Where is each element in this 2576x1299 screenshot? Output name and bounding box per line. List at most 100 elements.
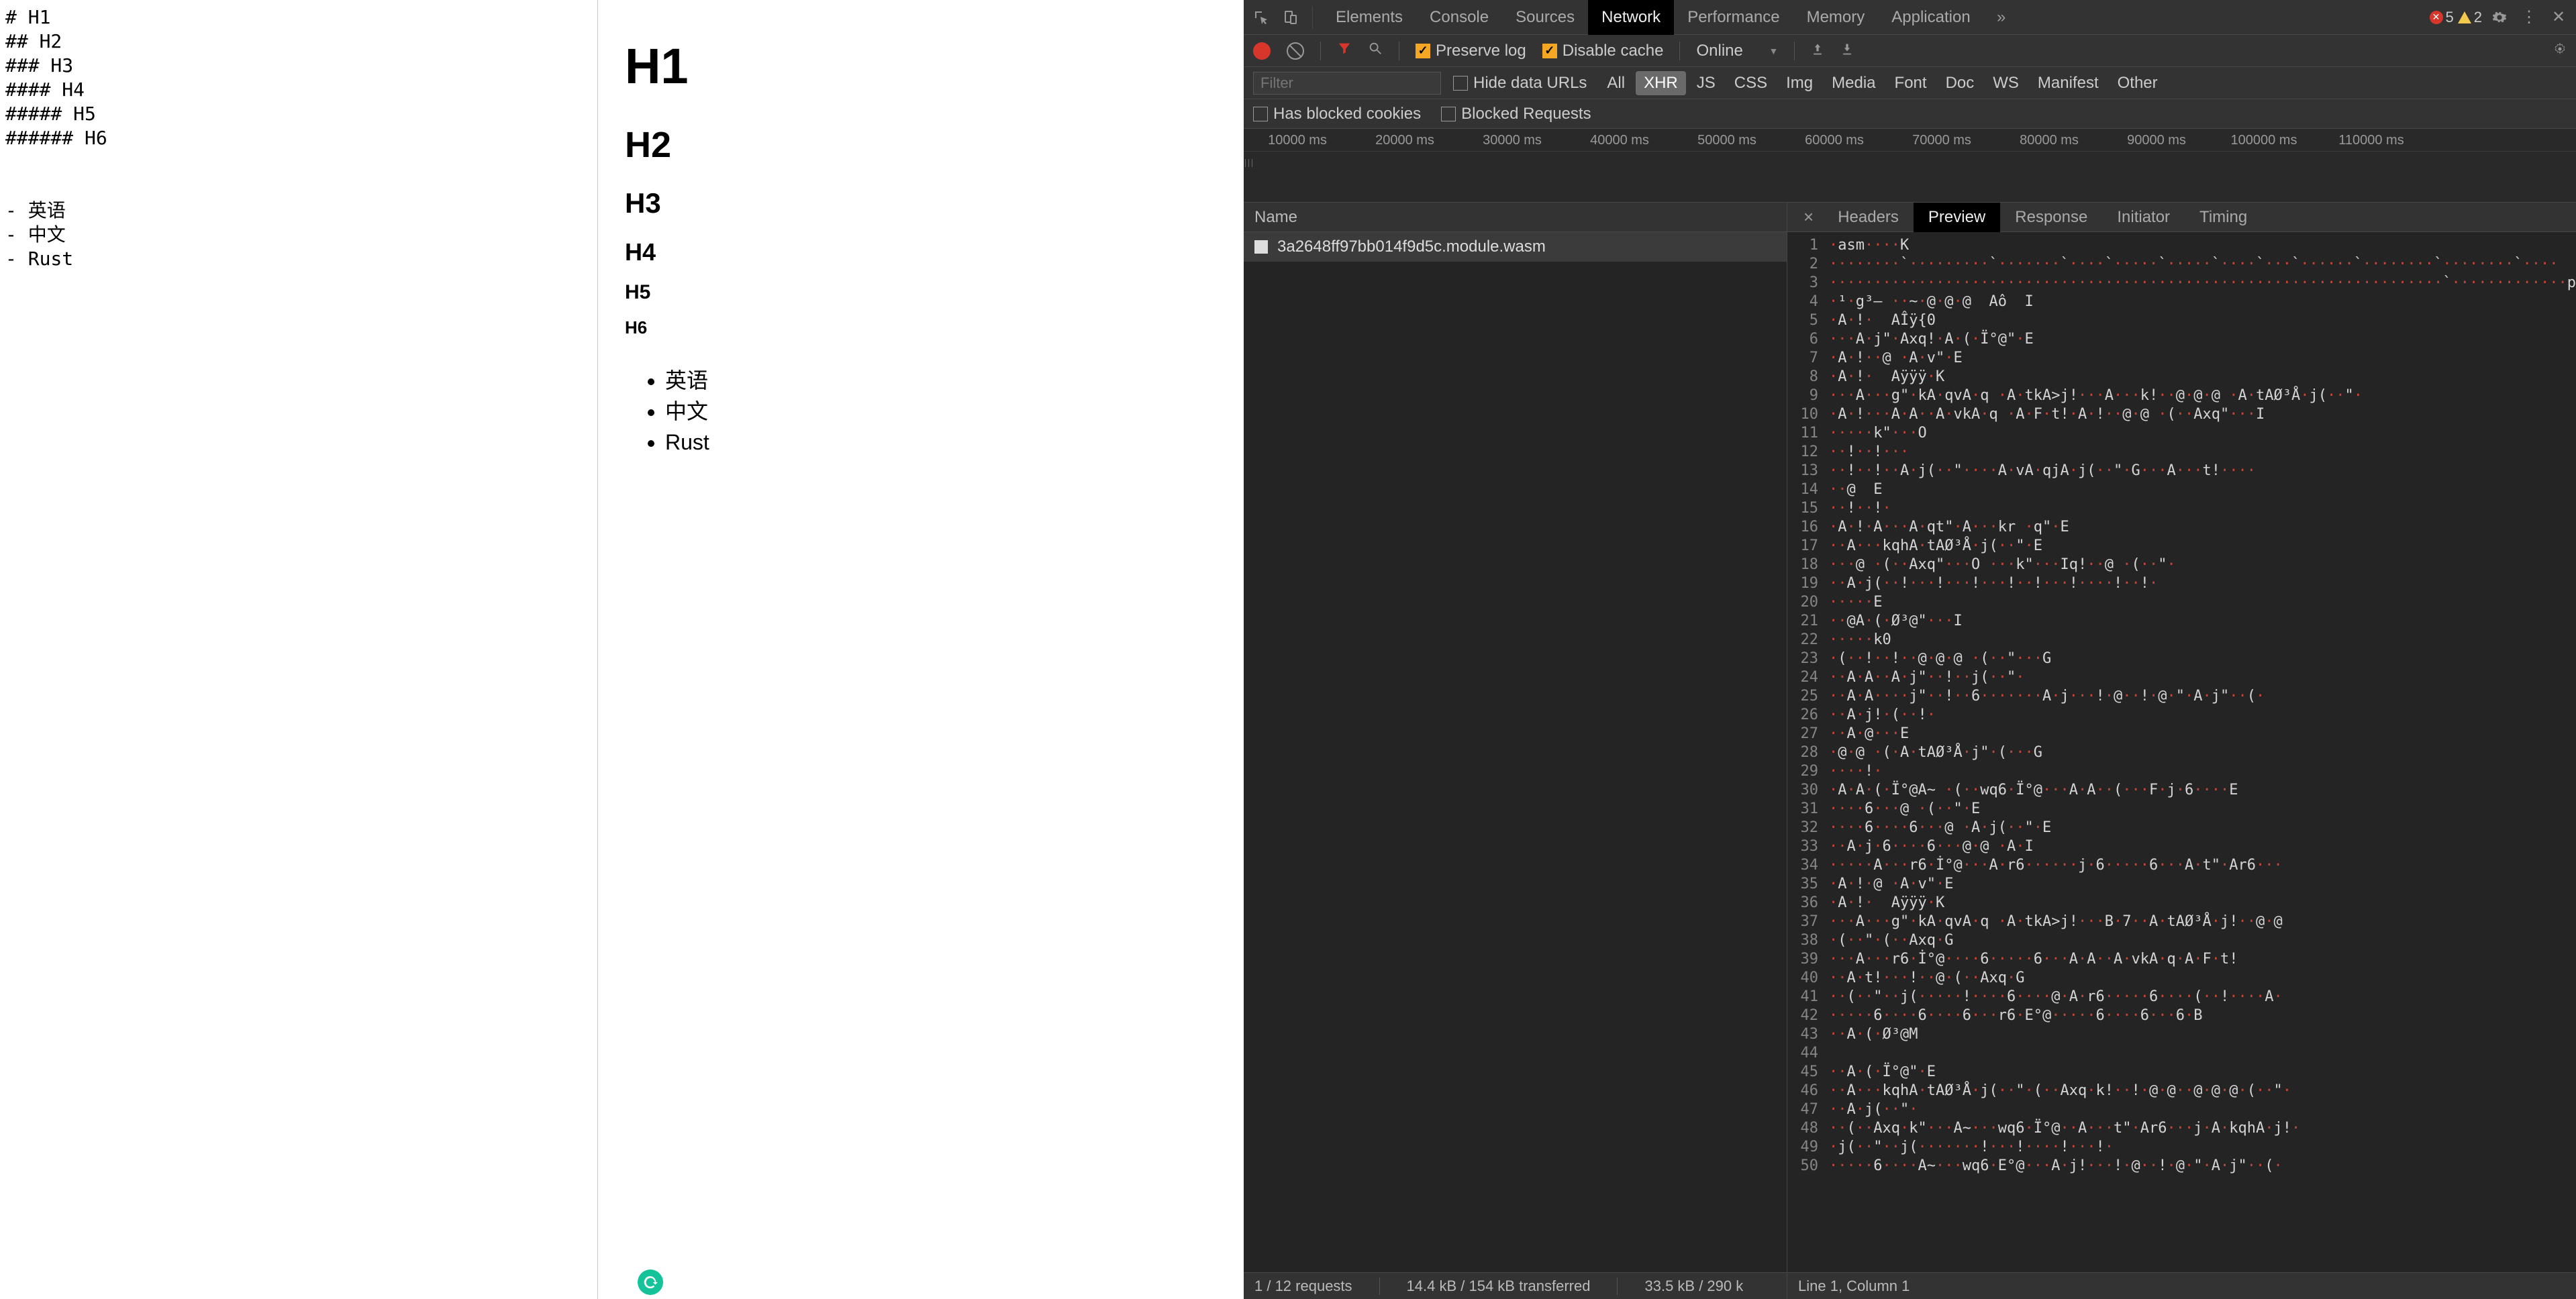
timeline-tick: 70000 ms <box>1888 129 1995 151</box>
filter-type-all[interactable]: All <box>1599 71 1633 95</box>
code-line: 49·j(··"··j(·······!···!····!···!· <box>1787 1138 2576 1157</box>
code-line: 19··A·j(··!···!···!···!··!···!····!··!· <box>1787 574 2576 593</box>
preview-list: 英语中文Rust <box>625 365 1217 458</box>
filter-type-js[interactable]: JS <box>1689 71 1724 95</box>
network-filterbar-2: Has blocked cookies Blocked Requests <box>1244 99 2576 129</box>
filter-type-font[interactable]: Font <box>1887 71 1935 95</box>
code-line: 17··A···kqhA·tAØ³Å·j(··"·E <box>1787 537 2576 556</box>
markdown-source-pane[interactable]: # H1 ## H2 ### H3 #### H4 ##### H5 #####… <box>0 0 598 1299</box>
editor-text[interactable]: # H1 ## H2 ### H3 #### H4 ##### H5 #####… <box>0 0 597 276</box>
kebab-menu-icon[interactable]: ⋮ <box>2517 5 2541 30</box>
devtools-tab-elements[interactable]: Elements <box>1322 0 1416 35</box>
request-list: Name 3a2648ff97bb014f9d5c.module.wasm 1 … <box>1244 203 1787 1299</box>
request-list-header-name[interactable]: Name <box>1244 203 1787 232</box>
record-button[interactable] <box>1253 42 1271 60</box>
network-settings-gear-icon[interactable] <box>2553 42 2567 60</box>
devtools-tab-memory[interactable]: Memory <box>1793 0 1879 35</box>
filter-type-xhr[interactable]: XHR <box>1636 71 1686 95</box>
upload-har-icon[interactable] <box>1811 42 1824 60</box>
clear-button[interactable] <box>1287 42 1304 60</box>
filter-input[interactable] <box>1253 72 1441 95</box>
timeline-tick: 100000 ms <box>2210 129 2318 151</box>
close-devtools-icon[interactable]: ✕ <box>2546 5 2571 30</box>
error-count-badge[interactable]: ✕5 <box>2430 9 2454 26</box>
code-line: 22·····k0 <box>1787 631 2576 650</box>
timeline-tick: 90000 ms <box>2103 129 2210 151</box>
status-transferred: 14.4 kB / 154 kB transferred <box>1407 1278 1591 1295</box>
preview-h4: H4 <box>625 238 1217 266</box>
warning-count-badge[interactable]: 2 <box>2458 9 2482 26</box>
code-line: 1·asm····K <box>1787 236 2576 255</box>
filter-type-media[interactable]: Media <box>1824 71 1883 95</box>
preserve-log-checkbox[interactable]: Preserve log <box>1416 42 1526 60</box>
code-line: 26··A·j!·(··!· <box>1787 706 2576 725</box>
download-har-icon[interactable] <box>1840 42 1854 60</box>
request-row[interactable]: 3a2648ff97bb014f9d5c.module.wasm <box>1244 232 1787 262</box>
timeline-tick: 50000 ms <box>1673 129 1781 151</box>
preview-code-area[interactable]: 1·asm····K2········`·········`·······`··… <box>1787 232 2576 1272</box>
request-detail: × HeadersPreviewResponseInitiatorTiming … <box>1787 203 2576 1299</box>
detail-tab-timing[interactable]: Timing <box>2185 203 2262 232</box>
code-line: 47··A·j(··"· <box>1787 1100 2576 1119</box>
disable-cache-checkbox[interactable]: Disable cache <box>1542 42 1664 60</box>
filter-toggle-icon[interactable] <box>1337 41 1352 60</box>
preview-h6: H6 <box>625 317 1217 338</box>
detail-tab-headers[interactable]: Headers <box>1823 203 1914 232</box>
code-line: 12··!··!··· <box>1787 443 2576 462</box>
filter-type-other[interactable]: Other <box>2110 71 2166 95</box>
code-line: 29····!· <box>1787 762 2576 781</box>
devtools-tab-console[interactable]: Console <box>1416 0 1502 35</box>
settings-gear-icon[interactable] <box>2487 5 2512 30</box>
preview-h1: H1 <box>625 38 1217 95</box>
filter-type-manifest[interactable]: Manifest <box>2030 71 2107 95</box>
code-line: 31····6···@ ·(··"·E <box>1787 800 2576 819</box>
status-resources: 33.5 kB / 290 k <box>1644 1278 1743 1295</box>
throttling-select[interactable]: Online ▼ <box>1696 42 1778 60</box>
detail-tab-response[interactable]: Response <box>2000 203 2102 232</box>
hide-data-urls-checkbox[interactable]: Hide data URLs <box>1453 74 1587 93</box>
code-line: 35·A·!·@ ·A·v"·E <box>1787 875 2576 894</box>
code-line: 20·····E <box>1787 593 2576 612</box>
devtools-tab-sources[interactable]: Sources <box>1502 0 1588 35</box>
inspect-element-icon[interactable] <box>1249 5 1273 30</box>
blocked-cookies-checkbox[interactable]: Has blocked cookies <box>1253 105 1421 123</box>
preview-list-item: Rust <box>665 427 1217 458</box>
code-line: 30·A·A·(·Ï°@A~ ·(··wq6·Ï°@···A·A··(···F·… <box>1787 781 2576 800</box>
devtools-tab-network[interactable]: Network <box>1588 0 1674 35</box>
markdown-preview-pane: H1 H2 H3 H4 H5 H6 英语中文Rust <box>598 0 1244 1299</box>
code-line: 10·A·!···A·A··A·vkA·q ·A·F·t!·A·!··@·@ ·… <box>1787 405 2576 424</box>
grammarly-badge-icon[interactable] <box>638 1269 663 1295</box>
network-timeline[interactable]: 10000 ms20000 ms30000 ms40000 ms50000 ms… <box>1244 129 2576 203</box>
filter-type-ws[interactable]: WS <box>1985 71 2027 95</box>
timeline-tick: 80000 ms <box>1995 129 2103 151</box>
code-line: 38·(··"·(··Axq·G <box>1787 931 2576 950</box>
blocked-requests-checkbox[interactable]: Blocked Requests <box>1441 105 1591 123</box>
code-line: 46··A···kqhA·tAØ³Å·j(··"·(··Axq·k!··!·@·… <box>1787 1082 2576 1100</box>
devtools-panel: ElementsConsoleSourcesNetworkPerformance… <box>1244 0 2576 1299</box>
filter-type-img[interactable]: Img <box>1778 71 1821 95</box>
filter-type-doc[interactable]: Doc <box>1938 71 1983 95</box>
search-icon[interactable] <box>1368 41 1383 60</box>
devtools-tabbar: ElementsConsoleSourcesNetworkPerformance… <box>1244 0 2576 35</box>
preview-h2: H2 <box>625 124 1217 166</box>
device-toolbar-icon[interactable] <box>1279 5 1303 30</box>
timeline-tick: 40000 ms <box>1566 129 1673 151</box>
code-line: 27··A·@···E <box>1787 725 2576 743</box>
code-line: 39···A···r6·İ°@····6·····6···A·A··A·vkA·… <box>1787 950 2576 969</box>
code-line: 28·@·@ ·(·A·tAØ³Å·j"·(···G <box>1787 743 2576 762</box>
code-line: 6···A·j"·Axq!·A·(·Ï°@"·E <box>1787 330 2576 349</box>
detail-tab-initiator[interactable]: Initiator <box>2102 203 2185 232</box>
network-filterbar: Hide data URLs AllXHRJSCSSImgMediaFontDo… <box>1244 67 2576 99</box>
detail-tab-preview[interactable]: Preview <box>1914 203 2000 232</box>
devtools-tab-performance[interactable]: Performance <box>1674 0 1793 35</box>
code-line: 5·A·!· AÎÿ{0 <box>1787 311 2576 330</box>
code-line: 34·····A···r6·İ°@···A·r6······j·6·····6·… <box>1787 856 2576 875</box>
code-line: 25··A·A····j"··!··6·······A·j···!·@··!·@… <box>1787 687 2576 706</box>
code-line: 41··(··"··j(·····!····6····@·A·r6·····6·… <box>1787 988 2576 1006</box>
code-line: 33··A·j·6····6···@·@ ·A·I <box>1787 837 2576 856</box>
filter-type-css[interactable]: CSS <box>1726 71 1775 95</box>
preview-h3: H3 <box>625 187 1217 219</box>
close-detail-icon[interactable]: × <box>1794 207 1823 227</box>
devtools-tab-application[interactable]: Application <box>1878 0 1983 35</box>
more-tabs-icon[interactable]: » <box>1989 5 2014 30</box>
